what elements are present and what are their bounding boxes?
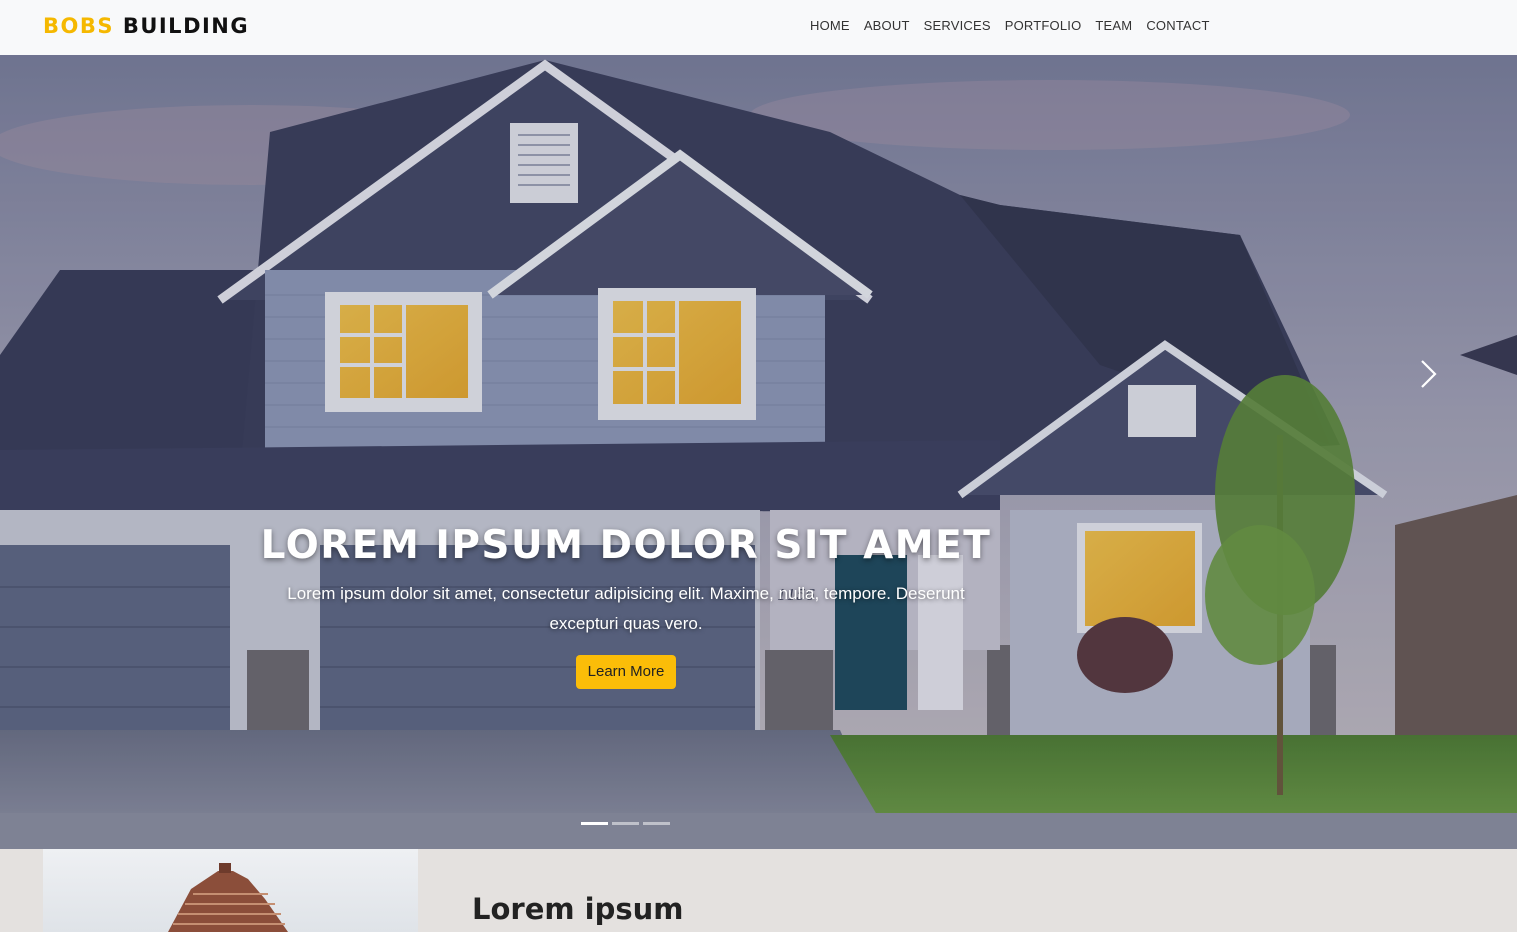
nav-portfolio[interactable]: PORTFOLIO — [998, 17, 1089, 35]
nav-home[interactable]: HOME — [803, 17, 857, 35]
carousel-indicator-1[interactable] — [581, 822, 608, 825]
nav-contact[interactable]: CONTACT — [1139, 17, 1216, 35]
building-image — [43, 849, 418, 932]
nav-about[interactable]: ABOUT — [857, 17, 917, 35]
nav-links: HOME ABOUT SERVICES PORTFOLIO TEAM CONTA… — [803, 17, 1217, 35]
about-section: Lorem ipsum — [0, 849, 1517, 932]
nav-team[interactable]: TEAM — [1088, 17, 1139, 35]
hero-text: Lorem ipsum dolor sit amet, consectetur … — [287, 584, 965, 633]
about-heading: Lorem ipsum — [472, 892, 684, 926]
nav-services[interactable]: SERVICES — [917, 17, 998, 35]
carousel-indicator-2[interactable] — [612, 822, 639, 825]
navbar: BOBS BUILDING HOME ABOUT SERVICES PORTFO… — [0, 0, 1517, 55]
learn-more-button[interactable]: Learn More — [575, 655, 677, 689]
brand-part-1: BOBS — [43, 14, 114, 38]
hero-house-image: 1156 — [0, 55, 1517, 849]
hero-carousel: 1156 LOREM IPSUM DOLOR SIT AMET Lorem ip… — [0, 55, 1517, 849]
hero-title: LOREM IPSUM DOLOR SIT AMET — [260, 523, 992, 568]
carousel-indicators — [581, 822, 670, 825]
brand-logo[interactable]: BOBS BUILDING — [43, 12, 249, 40]
carousel-indicator-3[interactable] — [643, 822, 670, 825]
brand-part-2: BUILDING — [122, 14, 250, 38]
hero-caption: LOREM IPSUM DOLOR SIT AMET Lorem ipsum d… — [250, 521, 1002, 689]
chevron-right-icon[interactable] — [1414, 357, 1442, 391]
